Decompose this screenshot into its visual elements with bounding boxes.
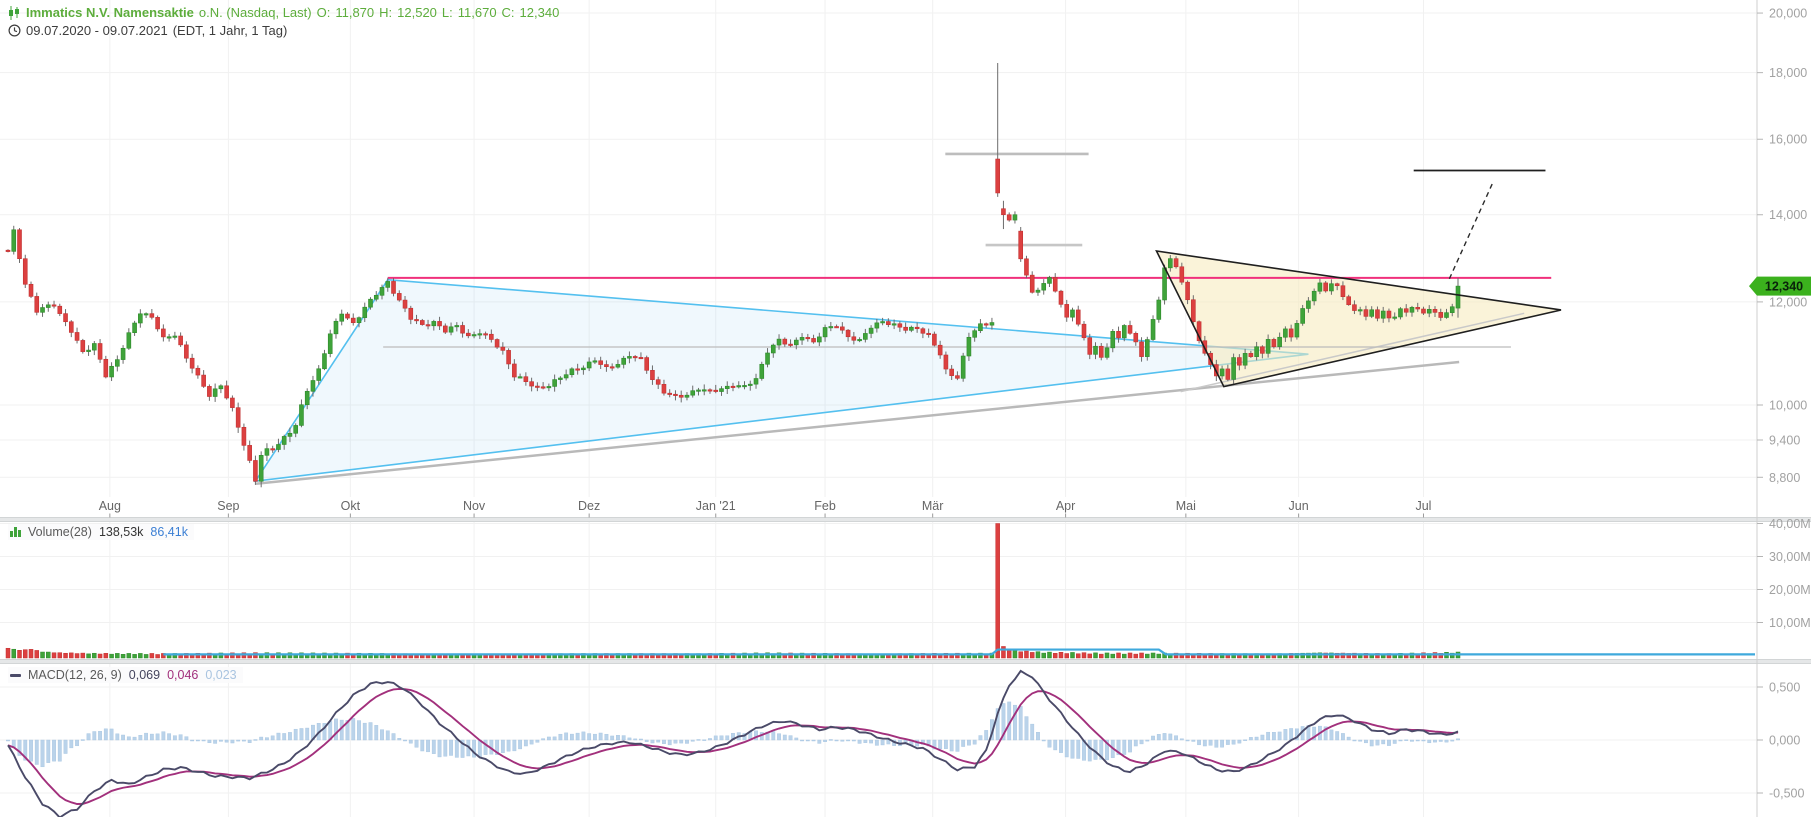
svg-text:16,000: 16,000 [1769,133,1807,147]
date-range: 09.07.2020 - 09.07.2021 [26,23,168,38]
svg-text:9,400: 9,400 [1769,433,1800,447]
svg-text:40,00M: 40,00M [1769,517,1811,531]
macd-signal-value: 0,046 [167,668,199,682]
svg-text:20,00M: 20,00M [1769,583,1811,597]
svg-text:Nov: Nov [463,499,486,513]
clock-icon [8,24,21,37]
volume-series [5,523,1755,659]
pattern-annotations-under [253,152,1562,485]
volume-bars-icon [10,527,21,537]
instrument-suffix: o.N. (Nasdaq, Last) [198,5,312,20]
high-label: H: [379,5,393,20]
svg-text:14,000: 14,000 [1769,208,1807,222]
svg-text:0,000: 0,000 [1769,734,1800,748]
volume-legend[interactable]: Volume(28) 138,53k 86,41k [8,524,194,540]
svg-text:Jan '21: Jan '21 [696,499,736,513]
svg-text:Jul: Jul [1415,499,1431,513]
svg-text:12,340: 12,340 [1765,280,1803,294]
svg-text:10,000: 10,000 [1769,399,1807,413]
session-info: (EDT, 1 Jahr, 1 Tag) [172,23,288,38]
low-label: L: [441,5,453,20]
time-axis[interactable]: Aug Sep Okt Nov Dez Jan '21 Feb Mär Apr Mai Jun Jul [99,499,1432,518]
svg-text:Aug: Aug [99,499,121,513]
svg-text:Mär: Mär [922,499,944,513]
macd-line-icon [10,673,21,677]
instrument-header: Immatics N.V. Namensaktie o.N. (Nasdaq, … [8,5,559,20]
svg-text:Mai: Mai [1176,499,1196,513]
open-label: O: [316,5,331,20]
macd-title: MACD(12, 26, 9) [28,668,122,682]
svg-text:20,000: 20,000 [1769,7,1807,21]
volume-title: Volume(28) [28,525,92,539]
price-axis[interactable]: 20,000 18,000 16,000 14,000 12,000 10,000 9,40… [1757,7,1811,801]
svg-text:Jun: Jun [1289,499,1309,513]
svg-text:Feb: Feb [814,499,836,513]
svg-text:Sep: Sep [217,499,239,513]
volume-current-value: 138,53k [98,525,144,539]
low-value: 11,670 [457,5,497,20]
last-price-tag: 12,340 [1749,276,1811,296]
macd-legend[interactable]: MACD(12, 26, 9) 0,069 0,046 0,023 [8,667,243,683]
volume-average-value: 86,41k [150,525,188,539]
open-value: 11,870 [335,5,375,20]
pane-separators [0,0,1811,817]
chart-application: 20,000 18,000 16,000 14,000 12,000 10,000 9,40… [0,0,1811,817]
instrument-name: Immatics N.V. Namensaktie [26,5,194,20]
close-label: C: [501,5,515,20]
candlestick-icon [9,5,19,20]
svg-text:12,000: 12,000 [1769,295,1807,309]
macd-histogram-value: 0,023 [205,668,237,682]
svg-text:10,00M: 10,00M [1769,616,1811,630]
macd-value: 0,069 [128,668,161,682]
svg-text:0,500: 0,500 [1769,681,1800,695]
date-range-header: 09.07.2020 - 09.07.2021 (EDT, 1 Jahr, 1 … [8,23,287,38]
macd-series [6,669,1460,817]
svg-text:Dez: Dez [578,499,600,513]
svg-text:18,000: 18,000 [1769,66,1807,80]
svg-text:8,800: 8,800 [1769,471,1800,485]
close-value: 12,340 [519,5,560,20]
price-chart-canvas[interactable]: 20,000 18,000 16,000 14,000 12,000 10,000 9,40… [0,0,1811,817]
svg-text:-0,500: -0,500 [1769,787,1804,801]
svg-text:Apr: Apr [1056,499,1075,513]
gridlines [0,0,1757,817]
svg-text:Okt: Okt [341,499,361,513]
svg-text:30,00M: 30,00M [1769,550,1811,564]
high-value: 12,520 [397,5,437,20]
